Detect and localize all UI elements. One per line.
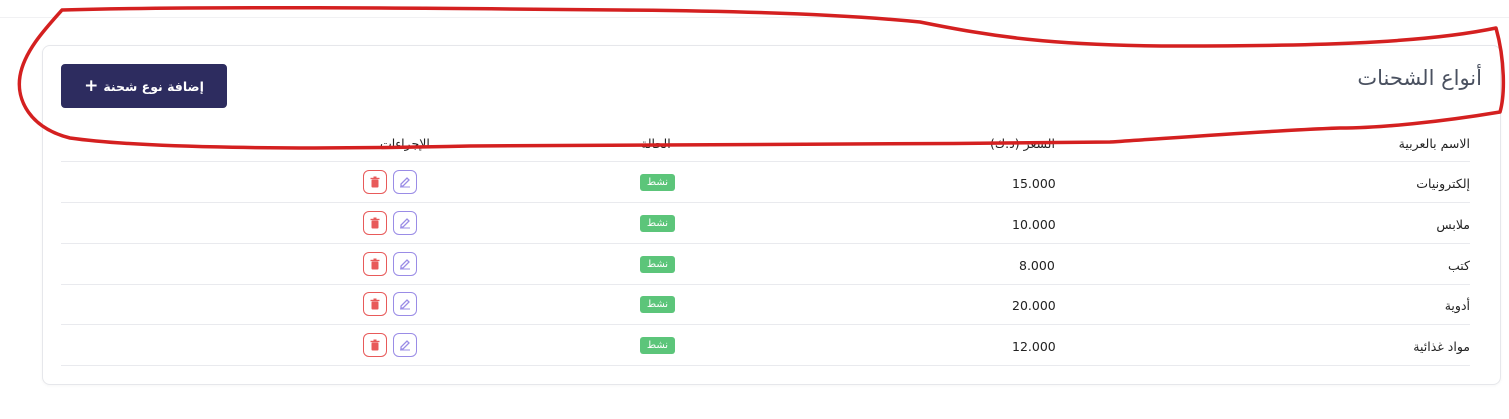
- delete-button[interactable]: [363, 170, 387, 194]
- edit-button[interactable]: [393, 211, 417, 235]
- trash-icon: [370, 176, 380, 188]
- page-title: أنواع الشحنات: [1357, 66, 1482, 90]
- edit-button[interactable]: [393, 292, 417, 316]
- status-badge: نشط: [640, 256, 675, 273]
- plus-icon: +: [84, 75, 99, 96]
- edit-icon: [400, 340, 410, 351]
- status-badge: نشط: [640, 337, 675, 354]
- status-badge: نشط: [640, 174, 675, 191]
- row-name: مواد غذائية: [1413, 339, 1470, 354]
- trash-icon: [370, 298, 380, 310]
- row-divider: [61, 202, 1470, 203]
- trash-icon: [370, 339, 380, 351]
- column-header-price: السعر (د.ك): [990, 136, 1055, 151]
- edit-button[interactable]: [393, 252, 417, 276]
- delete-button[interactable]: [363, 333, 387, 357]
- column-header-status: الحالة: [641, 136, 671, 151]
- status-badge: نشط: [640, 296, 675, 313]
- row-name: أدوية: [1444, 298, 1470, 313]
- row-price: 10.000: [1012, 217, 1056, 232]
- edit-button[interactable]: [393, 333, 417, 357]
- delete-button[interactable]: [363, 252, 387, 276]
- row-divider: [61, 284, 1470, 285]
- edit-button[interactable]: [393, 170, 417, 194]
- delete-button[interactable]: [363, 211, 387, 235]
- row-name: إلكترونيات: [1416, 176, 1470, 191]
- row-name: ملابس: [1436, 217, 1470, 232]
- header-divider: [0, 17, 1509, 18]
- row-divider: [61, 365, 1470, 366]
- row-price: 20.000: [1012, 298, 1056, 313]
- edit-icon: [400, 299, 410, 310]
- row-price: 12.000: [1012, 339, 1056, 354]
- shipment-types-card: أنواع الشحنات إضافة نوع شحنة + الاسم بال…: [42, 45, 1501, 385]
- column-header-actions: الإجراءات: [380, 136, 430, 151]
- delete-button[interactable]: [363, 292, 387, 316]
- edit-icon: [400, 218, 410, 229]
- trash-icon: [370, 217, 380, 229]
- row-price: 8.000: [1019, 258, 1055, 273]
- row-price: 15.000: [1012, 176, 1056, 191]
- edit-icon: [400, 177, 410, 188]
- trash-icon: [370, 258, 380, 270]
- column-header-name: الاسم بالعربية: [1398, 136, 1470, 151]
- edit-icon: [400, 259, 410, 270]
- add-shipment-type-button[interactable]: إضافة نوع شحنة +: [61, 64, 227, 108]
- status-badge: نشط: [640, 215, 675, 232]
- add-button-label: إضافة نوع شحنة: [103, 78, 204, 94]
- header-row-divider: [61, 161, 1470, 162]
- row-name: كتب: [1448, 258, 1470, 273]
- row-divider: [61, 243, 1470, 244]
- row-divider: [61, 324, 1470, 325]
